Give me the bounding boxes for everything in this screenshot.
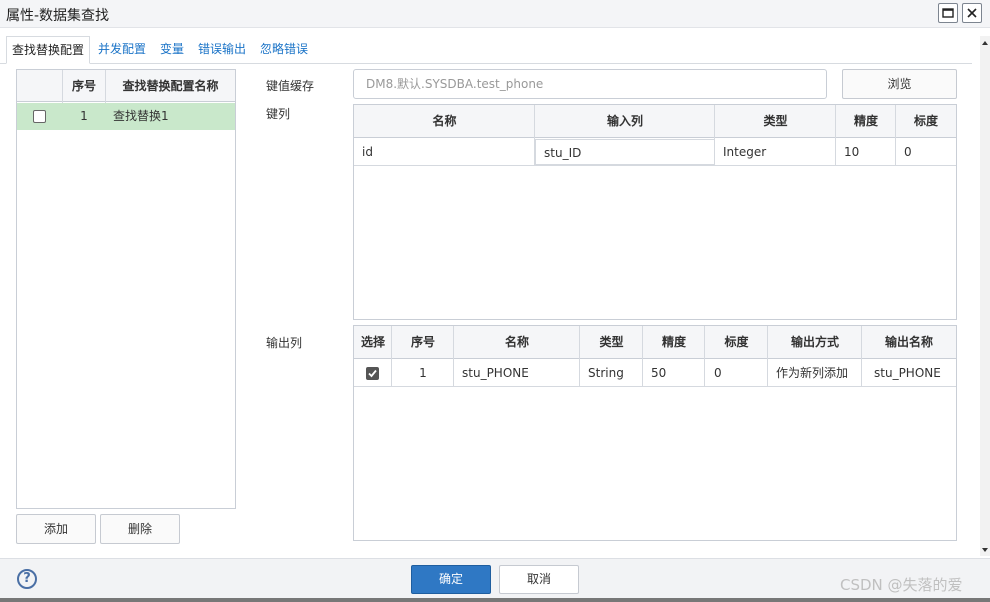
kc-cell-type: Integer <box>723 145 767 159</box>
kc-header-type: 类型 <box>763 114 788 128</box>
output-columns-label: 输出列 <box>266 336 303 350</box>
kc-header-precision: 精度 <box>853 114 878 128</box>
delete-button[interactable]: 删除 <box>100 514 180 544</box>
config-list: 序号 查找替换配置名称 1 查找替换1 <box>16 69 236 509</box>
key-columns-header: 名称 输入列 类型 精度 标度 <box>354 105 956 138</box>
header-seq: 序号 <box>71 79 96 93</box>
tab-ignore-errors[interactable]: 忽略错误 <box>260 36 308 64</box>
tab-bar: 查找替换配置 并发配置 变量 错误输出 忽略错误 <box>0 36 972 64</box>
kc-cell-precision: 10 <box>844 145 860 159</box>
key-columns-table: 名称 输入列 类型 精度 标度 id stu_ID Integer 10 0 <box>353 104 957 320</box>
oc-cell-seq: 1 <box>419 366 427 380</box>
browse-button[interactable]: 浏览 <box>842 69 957 99</box>
tab-variables[interactable]: 变量 <box>160 36 184 64</box>
oc-cell-scale: 0 <box>714 366 722 380</box>
close-button[interactable] <box>962 3 982 23</box>
oc-header-type: 类型 <box>599 335 624 349</box>
cache-input[interactable]: DM8.默认.SYSDBA.test_phone <box>353 69 827 99</box>
watermark: CSDN @失落的爱 <box>840 576 963 594</box>
config-row-name: 查找替换1 <box>113 109 169 123</box>
kc-cell-name: id <box>362 145 373 159</box>
check-icon <box>368 369 377 378</box>
maximize-icon <box>942 8 954 18</box>
oc-header-mode: 输出方式 <box>790 335 839 349</box>
cancel-button[interactable]: 取消 <box>499 565 579 594</box>
oc-cell-precision: 50 <box>651 366 667 380</box>
kc-header-scale: 标度 <box>913 114 938 128</box>
oc-cell-out-name[interactable]: stu_PHONE <box>874 360 941 386</box>
bottom-strip <box>0 598 990 602</box>
add-button[interactable]: 添加 <box>16 514 96 544</box>
kc-cell-scale: 0 <box>904 145 912 159</box>
oc-header-name: 名称 <box>504 335 529 349</box>
oc-cell-mode[interactable]: 作为新列添加 <box>776 360 848 386</box>
header-config-name: 查找替换配置名称 <box>122 79 219 93</box>
vertical-scrollbar[interactable] <box>980 36 990 556</box>
tab-lookup-replace[interactable]: 查找替换配置 <box>6 36 91 64</box>
oc-select-checkbox[interactable] <box>366 367 379 380</box>
kc-header-name: 名称 <box>432 114 457 128</box>
config-row-seq: 1 <box>80 109 88 123</box>
window-title: 属性-数据集查找 <box>6 8 110 24</box>
scroll-down-icon[interactable] <box>980 545 990 555</box>
oc-cell-name: stu_PHONE <box>462 366 529 380</box>
maximize-button[interactable] <box>938 3 958 23</box>
tab-concurrency[interactable]: 并发配置 <box>98 36 146 64</box>
tab-error-output[interactable]: 错误输出 <box>198 36 246 64</box>
scroll-up-icon[interactable] <box>980 38 990 48</box>
config-row-checkbox[interactable] <box>33 110 46 123</box>
oc-header-scale: 标度 <box>724 335 749 349</box>
kc-cell-input[interactable]: stu_ID <box>535 139 715 165</box>
config-list-header: 序号 查找替换配置名称 <box>17 70 235 102</box>
oc-cell-type: String <box>588 366 624 380</box>
oc-header-select: 选择 <box>360 335 385 349</box>
help-icon[interactable]: ? <box>17 569 37 589</box>
oc-header-seq: 序号 <box>410 335 435 349</box>
key-columns-label: 键列 <box>266 107 291 121</box>
kc-header-input: 输入列 <box>606 114 643 128</box>
oc-header-out-name: 输出名称 <box>884 335 933 349</box>
output-columns-header: 选择 序号 名称 类型 精度 标度 输出方式 输出名称 <box>354 326 956 359</box>
output-columns-table: 选择 序号 名称 类型 精度 标度 输出方式 输出名称 1 stu_PHONE … <box>353 325 957 541</box>
table-row[interactable]: 1 stu_PHONE String 50 0 作为新列添加 stu_PHONE <box>354 360 956 387</box>
close-icon <box>967 8 977 18</box>
table-row[interactable]: id stu_ID Integer 10 0 <box>354 139 956 166</box>
cache-label: 键值缓存 <box>266 79 315 93</box>
config-row[interactable]: 1 查找替换1 <box>17 103 235 130</box>
ok-button[interactable]: 确定 <box>411 565 491 594</box>
oc-header-precision: 精度 <box>661 335 686 349</box>
title-bar: 属性-数据集查找 <box>0 0 990 28</box>
